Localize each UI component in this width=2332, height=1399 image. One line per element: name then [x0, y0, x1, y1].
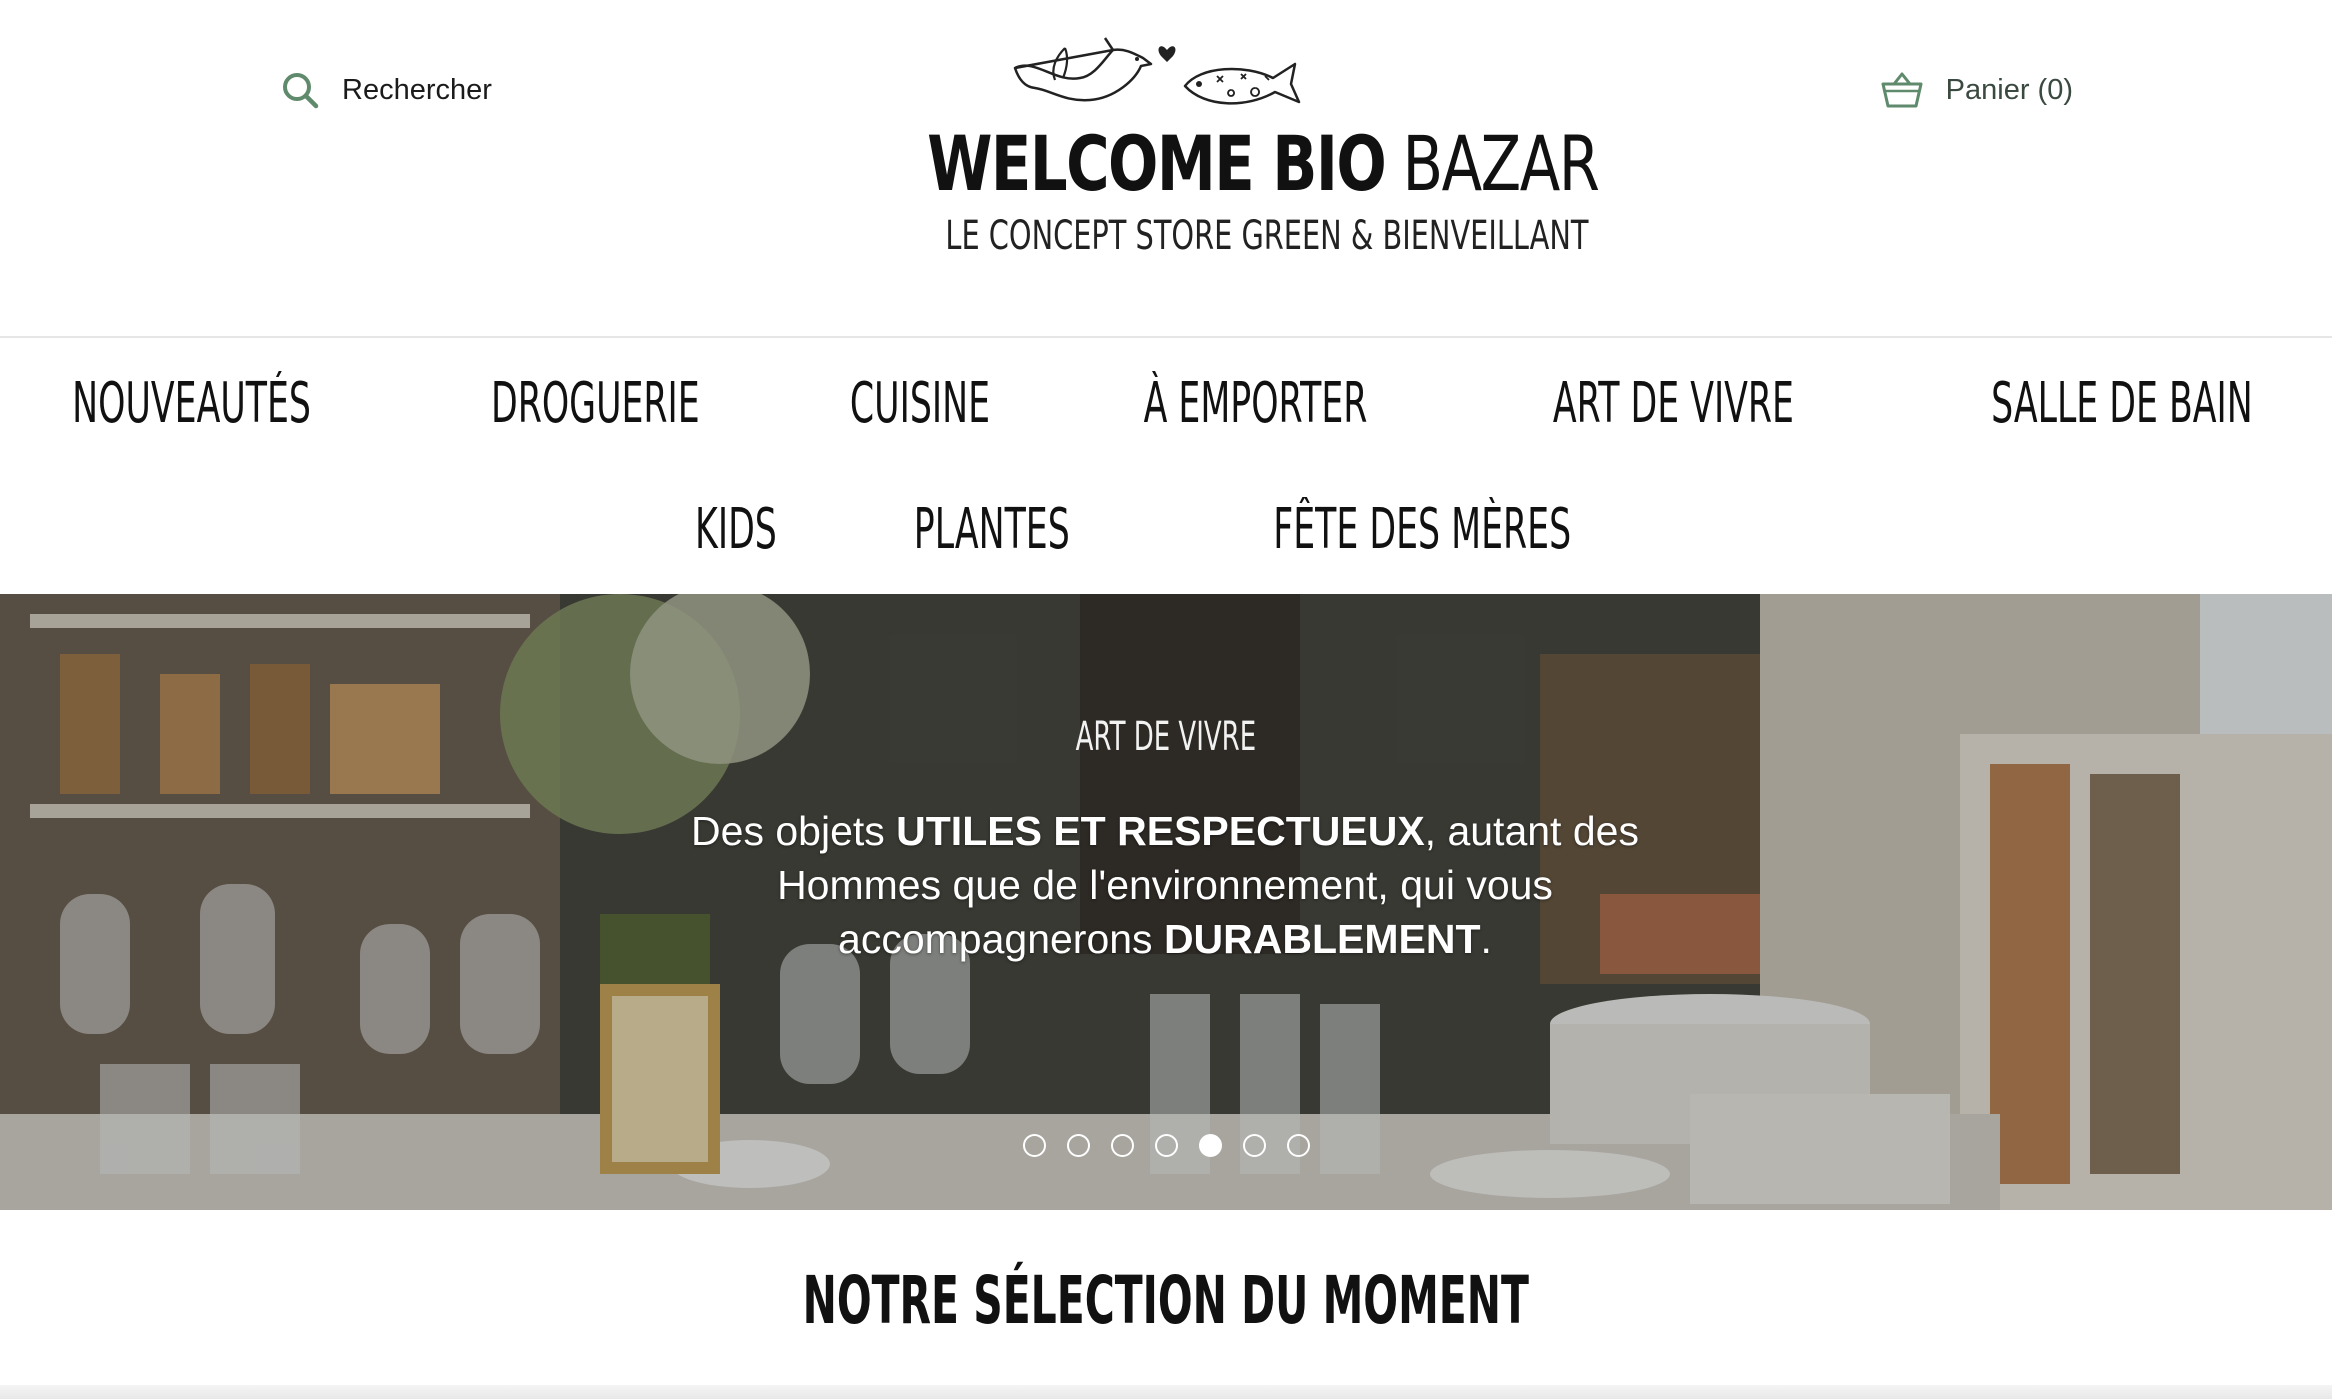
cart-label: Panier (0): [1945, 73, 2073, 106]
hero-kicker-text: ART DE VIVRE: [1075, 714, 1257, 760]
logo-title-bold: WELCOME BIO: [927, 119, 1387, 208]
main-navigation: NOUVEAUTÉS DROGUERIE CUISINE À EMPORTER …: [0, 338, 2332, 594]
nav-row-2: KIDS PLANTES FÊTE DES MÈRES: [0, 496, 2332, 563]
hero-text-emphasis-1: UTILES ET RESPECTUEUX: [896, 808, 1425, 854]
slider-pagination: [0, 1134, 2332, 1157]
nav-item-art-de-vivre[interactable]: ART DE VIVRE: [1553, 370, 1794, 437]
nav-item-kids[interactable]: KIDS: [695, 496, 777, 563]
search-button[interactable]: Rechercher: [280, 70, 492, 110]
slider-dot-2[interactable]: [1066, 1134, 1090, 1157]
hero-text-emphasis-2: DURABLEMENT: [1163, 916, 1481, 962]
nav-item-salle-de-bain[interactable]: SALLE DE BAIN: [1992, 370, 2254, 437]
logo-tagline: LE CONCEPT STORE GREEN & BIENVEILLANT: [945, 213, 1589, 259]
nav-item-nouveautes[interactable]: NOUVEAUTÉS: [72, 370, 311, 437]
search-label: Rechercher: [342, 73, 492, 106]
hero-text-part-1: Des objets: [691, 808, 897, 854]
hero-slider[interactable]: ART DE VIVRE Des objets UTILES ET RESPEC…: [0, 594, 2332, 1210]
section-bottom-edge: [0, 1385, 2332, 1399]
cart-button[interactable]: Panier (0): [1880, 70, 2073, 110]
bird-fish-illustration: [1013, 37, 1301, 105]
slider-dot-6[interactable]: [1242, 1134, 1266, 1157]
slider-dot-4[interactable]: [1154, 1134, 1178, 1157]
search-icon: [283, 73, 319, 109]
section-title: NOTRE SÉLECTION DU MOMENT: [0, 1262, 2332, 1339]
nav-item-droguerie[interactable]: DROGUERIE: [491, 370, 700, 437]
slider-dot-5[interactable]: [1198, 1134, 1222, 1157]
site-logo[interactable]: WELCOME BIO BAZAR LE CONCEPT STORE GREEN…: [860, 28, 1600, 268]
slider-dot-1[interactable]: [1022, 1134, 1046, 1157]
hero-description: Des objets UTILES ET RESPECTUEUX, autant…: [620, 804, 1710, 966]
slider-dot-7[interactable]: [1286, 1134, 1310, 1157]
nav-item-fete-des-meres[interactable]: FÊTE DES MÈRES: [1273, 496, 1571, 563]
hero-text-part-3: .: [1480, 916, 1492, 962]
slider-dot-3[interactable]: [1110, 1134, 1134, 1157]
logo-title: WELCOME BIO BAZAR: [927, 126, 1600, 202]
site-header: Rechercher WELCOME BIO BAZAR LE CONCEPT …: [0, 0, 2332, 336]
basket-icon: [1881, 72, 1923, 108]
nav-item-a-emporter[interactable]: À EMPORTER: [1144, 370, 1368, 437]
section-title-text: NOTRE SÉLECTION DU MOMENT: [802, 1262, 1530, 1339]
nav-row-1: NOUVEAUTÉS DROGUERIE CUISINE À EMPORTER …: [0, 370, 2332, 437]
hero-kicker: ART DE VIVRE: [0, 714, 2332, 760]
nav-item-cuisine[interactable]: CUISINE: [849, 370, 989, 437]
logo-title-light: BAZAR: [1402, 119, 1600, 208]
nav-item-plantes[interactable]: PLANTES: [914, 496, 1070, 563]
